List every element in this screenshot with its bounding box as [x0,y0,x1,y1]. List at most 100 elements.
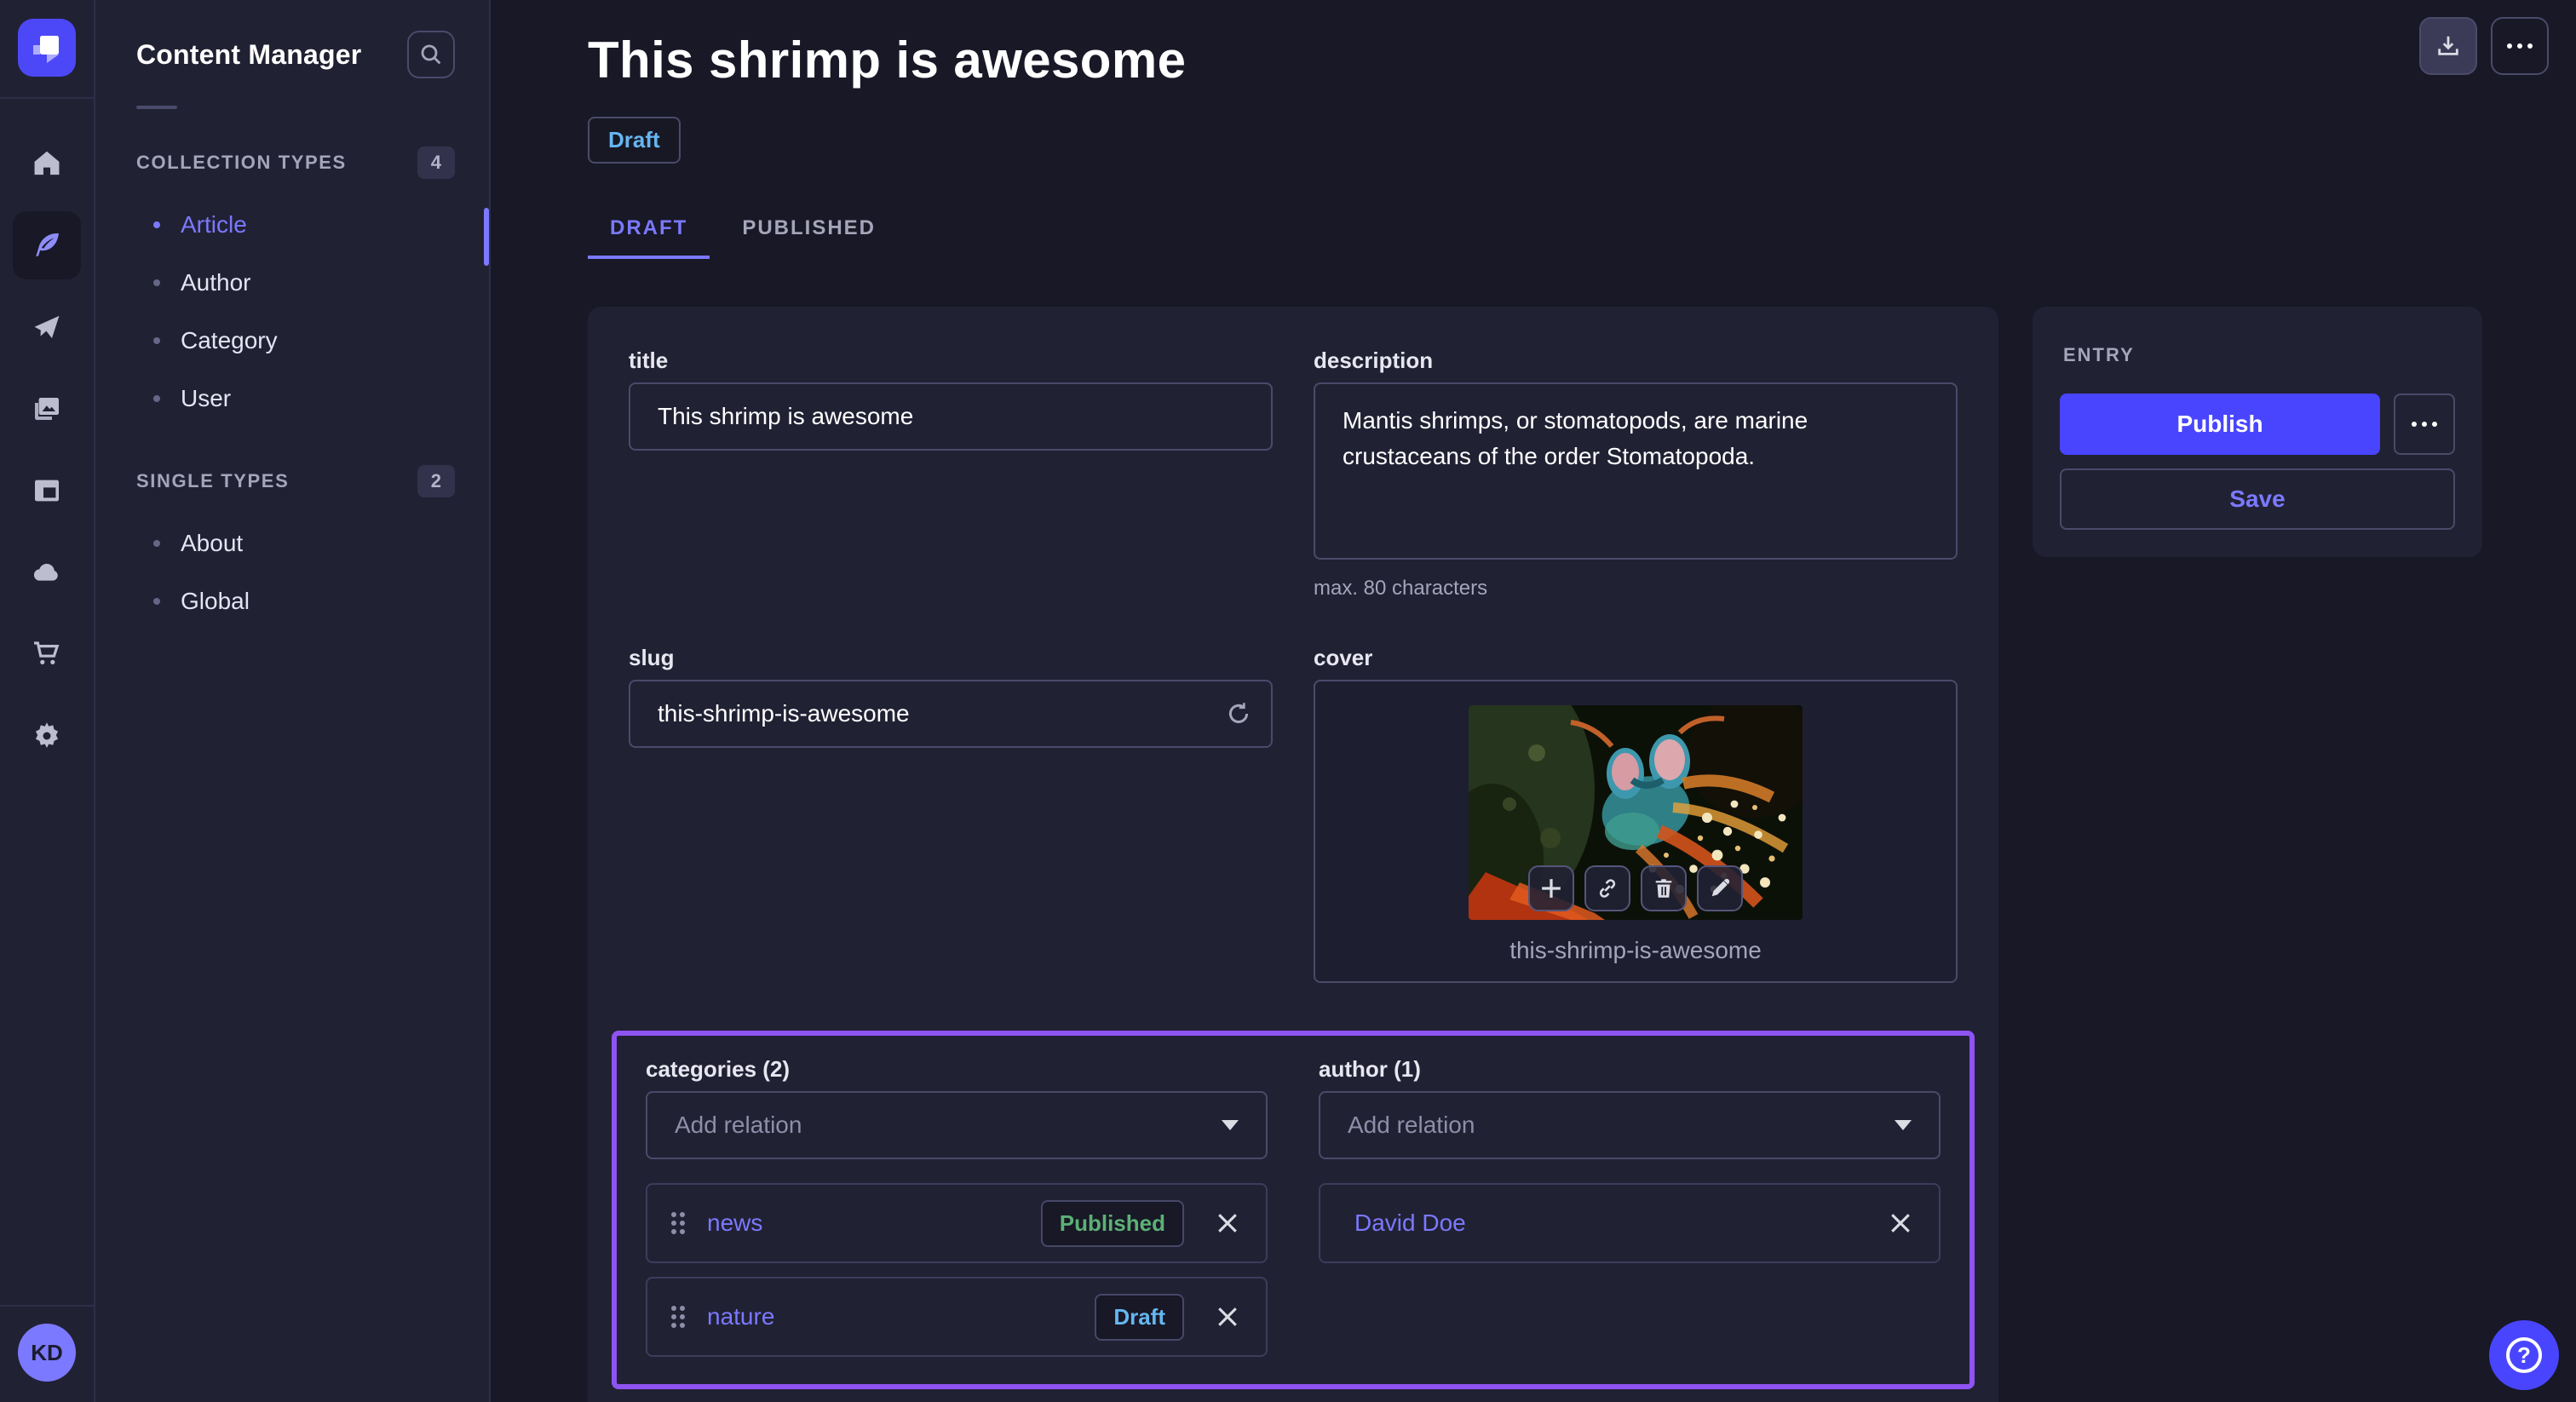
strapi-logo-icon [28,29,66,66]
bullet-icon [153,279,160,286]
media-library-icon[interactable] [13,375,81,443]
tab-published[interactable]: PUBLISHED [720,201,898,259]
sidebar-item-label: About [181,530,243,557]
title-input[interactable] [629,382,1273,451]
remove-relation-button[interactable] [1213,1302,1242,1331]
categories-add-relation-select[interactable]: Add relation [646,1091,1268,1159]
ellipsis-icon [2412,422,2437,427]
categories-field: categories (2) Add relation news [646,1056,1268,1357]
bullet-icon [153,598,160,605]
bullet-icon [153,540,160,547]
icon-rail: KD [0,0,95,1402]
bullet-icon [153,221,160,228]
marketplace-cart-icon[interactable] [13,620,81,688]
single-types-label: SINGLE TYPES [136,470,289,492]
user-avatar[interactable]: KD [18,1324,76,1382]
publish-button[interactable]: Publish [2060,394,2380,455]
author-select-placeholder: Add relation [1348,1112,1475,1139]
entry-more-button[interactable] [2394,394,2455,455]
relation-link[interactable]: news [707,1210,762,1237]
bullet-icon [153,337,160,344]
tab-draft[interactable]: DRAFT [588,201,710,259]
settings-gear-icon[interactable] [13,702,81,770]
download-icon [2435,33,2461,59]
relation-link[interactable]: nature [707,1303,774,1330]
author-add-relation-select[interactable]: Add relation [1319,1091,1941,1159]
description-textarea[interactable]: Mantis shrimps, or stomatopods, are mari… [1314,382,1958,560]
sidebar-rule [136,106,177,109]
ellipsis-icon [2507,43,2533,49]
remove-relation-button[interactable] [1886,1209,1915,1238]
sidebar-item-label: Article [181,211,247,238]
sidebar-title: Content Manager [136,39,361,71]
slug-field: slug [629,645,1273,983]
title-field: title [629,348,1273,600]
drag-handle-icon[interactable] [671,1306,685,1328]
sidebar-item-label: Global [181,588,250,615]
description-label: description [1314,348,1958,374]
remove-relation-button[interactable] [1213,1209,1242,1238]
close-icon [1889,1212,1912,1234]
cover-copy-link-button[interactable] [1584,865,1630,911]
cover-image[interactable] [1469,705,1803,920]
releases-send-icon[interactable] [13,293,81,361]
sidebar-item-author[interactable]: Author [95,254,489,312]
author-label: author (1) [1319,1056,1941,1083]
sidebar-item-category[interactable]: Category [95,312,489,370]
cover-edit-button[interactable] [1697,865,1743,911]
description-field: description Mantis shrimps, or stomatopo… [1314,348,1958,600]
categories-select-placeholder: Add relation [675,1112,802,1139]
slug-label: slug [629,645,1273,671]
relation-link[interactable]: David Doe [1354,1210,1466,1237]
drag-handle-icon[interactable] [671,1212,685,1234]
bullet-icon [153,395,160,402]
content-manager-feather-icon[interactable] [13,211,81,279]
single-types-count: 2 [417,465,455,497]
author-field: author (1) Add relation David Doe [1319,1056,1941,1357]
categories-relation-list: news Published [646,1183,1268,1357]
export-download-button[interactable] [2419,17,2477,75]
sidebar-item-article[interactable]: Article [95,196,489,254]
sidebar-scrollbar-thumb[interactable] [484,208,489,266]
relation-status-badge: Draft [1095,1294,1184,1341]
single-types-section: SINGLE TYPES 2 About Global [95,465,489,630]
pencil-icon [1709,877,1731,899]
help-button[interactable]: ? [2489,1320,2559,1390]
close-icon [1216,1212,1239,1234]
close-icon [1216,1306,1239,1328]
cover-delete-button[interactable] [1641,865,1687,911]
cover-add-button[interactable] [1528,865,1574,911]
main-content: This shrimp is awesome Draft DRAFT PUBLI… [491,0,2576,1402]
version-tabs: DRAFT PUBLISHED [588,201,2549,259]
home-icon[interactable] [13,129,81,198]
sidebar-item-user[interactable]: User [95,370,489,428]
rail-bottom: KD [0,1305,95,1402]
cloud-icon[interactable] [13,538,81,606]
relation-item-nature: nature Draft [646,1277,1268,1357]
status-badge: Draft [588,117,681,164]
title-label: title [629,348,1273,374]
rail-divider [0,97,95,99]
sidebar-item-label: Author [181,269,251,296]
content-type-builder-icon[interactable] [13,457,81,525]
question-mark-icon: ? [2506,1337,2542,1373]
collection-types-section: COLLECTION TYPES 4 Article Author Catego… [95,147,489,428]
cover-label: cover [1314,645,1958,671]
page-title: This shrimp is awesome [588,31,2549,89]
slug-input[interactable] [629,680,1273,748]
strapi-logo[interactable] [18,19,76,77]
plus-icon [1540,877,1562,899]
trash-icon [1653,877,1675,899]
save-button[interactable]: Save [2060,468,2455,530]
search-button[interactable] [407,31,455,78]
app-window: KD Content Manager COLLECTION TYPES 4 Ar… [0,0,2576,1402]
regenerate-slug-icon[interactable] [1225,700,1252,727]
sidebar-item-global[interactable]: Global [95,572,489,630]
chevron-down-icon [1222,1120,1239,1130]
header-more-button[interactable] [2491,17,2549,75]
cover-field: cover [1314,645,1958,983]
entry-panel-title: ENTRY [2063,344,2455,366]
relation-item-david-doe: David Doe [1319,1183,1941,1263]
sidebar-item-about[interactable]: About [95,514,489,572]
description-helper: max. 80 characters [1314,577,1958,600]
